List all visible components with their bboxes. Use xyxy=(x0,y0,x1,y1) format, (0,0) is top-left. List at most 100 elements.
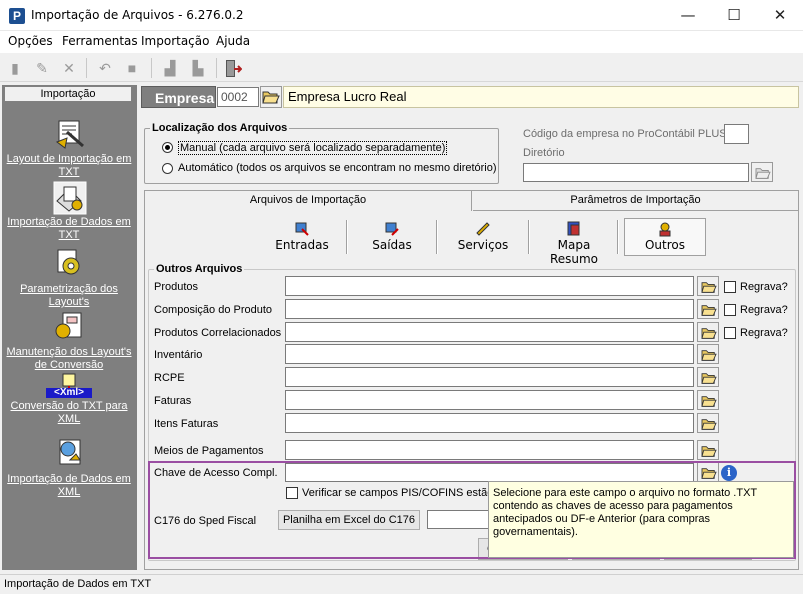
correlacionados-path-input[interactable] xyxy=(285,322,694,342)
inventario-path-input[interactable] xyxy=(285,344,694,364)
row-label-produtos: Produtos xyxy=(154,281,199,293)
saidas-icon xyxy=(384,221,400,237)
print-icon[interactable]: ▟ xyxy=(161,59,179,77)
localizacao-title: Localização dos Arquivos xyxy=(150,122,290,134)
row-label-inventario: Inventário xyxy=(154,349,203,361)
edit-icon[interactable]: ✎ xyxy=(33,59,51,77)
subtab-servicos[interactable]: Serviços xyxy=(452,219,514,255)
radio-manual-label[interactable]: Manual (cada arquivo será localizado sep… xyxy=(178,141,448,155)
subtab-separator xyxy=(436,220,437,254)
xml-convert-icon: <Xml> xyxy=(44,373,94,398)
gear-icon xyxy=(53,248,85,280)
folder-open-icon xyxy=(701,282,717,293)
outros-icon xyxy=(657,221,673,237)
sidebar-header[interactable]: Importação xyxy=(4,86,132,102)
diretorio-label: Diretório xyxy=(523,147,565,159)
undo-icon[interactable]: ↶ xyxy=(96,59,114,77)
sidebar-item-parametrizacao[interactable]: Parametrização dos Layout's xyxy=(4,248,134,309)
faturas-folder-button[interactable] xyxy=(697,390,719,410)
folder-open-icon xyxy=(701,419,717,430)
diretorio-folder-button[interactable] xyxy=(751,162,773,182)
radio-automatico[interactable] xyxy=(162,163,173,174)
empresa-search-button[interactable] xyxy=(260,86,282,108)
outros-arquivos-title: Outros Arquivos xyxy=(154,263,245,275)
maximize-button[interactable]: ☐ xyxy=(711,0,757,31)
maintenance-icon xyxy=(53,311,85,343)
row-label-itens-faturas: Itens Faturas xyxy=(154,418,219,430)
itens-faturas-folder-button[interactable] xyxy=(697,413,719,433)
composicao-path-input[interactable] xyxy=(285,299,694,319)
row-label-rcpe: RCPE xyxy=(154,372,185,384)
row-label-meios-pagamentos: Meios de Pagamentos xyxy=(154,445,264,457)
subtab-entradas[interactable]: Entradas xyxy=(272,219,332,255)
new-icon[interactable]: ▮ xyxy=(6,59,24,77)
regrava-produtos-label: Regrava? xyxy=(740,281,788,293)
subtab-separator xyxy=(346,220,347,254)
radio-automatico-label[interactable]: Automático (todos os arquivos se encontr… xyxy=(178,162,497,174)
tab-arquivos-importacao[interactable]: Arquivos de Importação xyxy=(145,191,472,211)
itens-faturas-path-input[interactable] xyxy=(285,413,694,433)
import-txt-icon xyxy=(53,181,87,215)
folder-open-icon xyxy=(701,396,717,407)
tab-parametros-importacao[interactable]: Parâmetros de Importação xyxy=(473,191,798,211)
menu-opcoes[interactable]: Opções xyxy=(8,34,53,48)
meios-pagamentos-path-input[interactable] xyxy=(285,440,694,460)
xml-badge: <Xml> xyxy=(46,388,92,398)
regrava-produtos-checkbox[interactable] xyxy=(724,281,736,293)
menu-importacao[interactable]: Importação xyxy=(141,34,209,48)
radio-manual[interactable] xyxy=(162,142,173,153)
meios-pagamentos-folder-button[interactable] xyxy=(697,440,719,460)
regrava-composicao-checkbox[interactable] xyxy=(724,304,736,316)
rcpe-folder-button[interactable] xyxy=(697,367,719,387)
minimize-button[interactable]: — xyxy=(665,0,711,31)
diretorio-input[interactable] xyxy=(523,163,749,182)
produtos-folder-button[interactable] xyxy=(697,276,719,296)
tooltip: Selecione para este campo o arquivo no f… xyxy=(488,481,794,558)
folder-open-icon xyxy=(701,350,717,361)
servicos-icon xyxy=(475,221,491,237)
empresa-label: Empresa xyxy=(141,86,216,108)
subtab-outros[interactable]: Outros xyxy=(624,218,706,256)
procontabil-codigo-input[interactable] xyxy=(724,124,749,144)
delete-icon[interactable]: ✕ xyxy=(60,59,78,77)
subtab-separator xyxy=(617,220,618,254)
subtab-mapa-resumo[interactable]: Mapa Resumo xyxy=(533,219,615,266)
sidebar-item-import-xml[interactable]: Importação de Dados em XML xyxy=(4,438,134,499)
sidebar-item-manutencao[interactable]: Manutenção dos Layout's de Conversão xyxy=(4,311,134,372)
regrava-correlacionados-checkbox[interactable] xyxy=(724,327,736,339)
empresa-name-field[interactable]: Empresa Lucro Real xyxy=(283,86,799,108)
mapa-resumo-icon xyxy=(566,221,582,237)
subtab-separator xyxy=(528,220,529,254)
row-label-faturas: Faturas xyxy=(154,395,192,407)
exit-door-icon[interactable] xyxy=(224,59,243,77)
folder-open-icon xyxy=(701,328,717,339)
folder-open-icon xyxy=(262,91,280,104)
inventario-folder-button[interactable] xyxy=(697,344,719,364)
close-button[interactable]: ✕ xyxy=(757,0,803,31)
regrava-correlacionados-label: Regrava? xyxy=(740,327,788,339)
toolbar-separator xyxy=(216,58,217,78)
subtab-saidas[interactable]: Saídas xyxy=(362,219,422,255)
produtos-path-input[interactable] xyxy=(285,276,694,296)
correlacionados-folder-button[interactable] xyxy=(697,322,719,342)
sidebar-item-import-txt[interactable]: Importação de Dados em TXT xyxy=(4,181,134,242)
menu-ferramentas[interactable]: Ferramentas xyxy=(62,34,138,48)
menu-bar: Opções Ferramentas Importação Ajuda xyxy=(0,31,803,53)
composicao-folder-button[interactable] xyxy=(697,299,719,319)
toolbar: ▮ ✎ ✕ ↶ ■ ▟ ▙ xyxy=(0,54,803,82)
sidebar-item-conversao-xml[interactable]: <Xml> Conversão do TXT para XML xyxy=(4,373,134,426)
faturas-path-input[interactable] xyxy=(285,390,694,410)
print-preview-icon[interactable]: ▙ xyxy=(189,59,207,77)
window-title: Importação de Arquivos - 6.276.0.2 xyxy=(31,8,244,22)
import-xml-icon xyxy=(53,438,85,470)
menu-ajuda[interactable]: Ajuda xyxy=(216,34,250,48)
status-bar: Importação de Dados em TXT xyxy=(0,574,803,594)
rcpe-path-input[interactable] xyxy=(285,367,694,387)
sidebar-item-layout-txt[interactable]: Layout de Importação em TXT xyxy=(4,118,134,179)
stop-icon[interactable]: ■ xyxy=(123,59,141,77)
procontabil-codigo-label: Código da empresa no ProContábil PLUS xyxy=(523,128,727,140)
localizacao-group xyxy=(144,128,499,184)
row-label-correlacionados: Produtos Correlacionados xyxy=(154,327,282,339)
app-icon: P xyxy=(9,8,25,24)
empresa-code-input[interactable]: 0002 xyxy=(217,87,259,107)
